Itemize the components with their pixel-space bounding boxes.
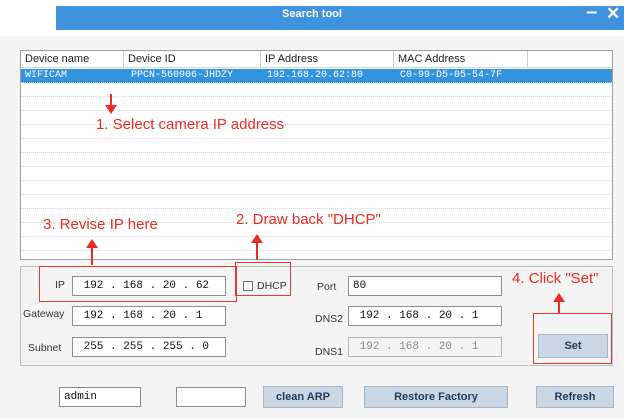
- arrow-up-icon: [86, 239, 98, 265]
- dns2-field[interactable]: 192 . 168 . 20 . 1: [348, 306, 502, 326]
- subnet-label: Subnet: [28, 342, 62, 354]
- empty-row: [21, 139, 612, 153]
- arrow-up-icon: [553, 293, 565, 313]
- empty-row: [21, 153, 612, 167]
- dhcp-highlight-box: [235, 262, 291, 296]
- empty-row: [21, 167, 612, 181]
- minimize-button[interactable]: –: [586, 2, 597, 22]
- empty-row: [21, 181, 612, 195]
- annotation-step-4: 4. Click "Set": [512, 270, 599, 287]
- subnet-field[interactable]: 255 . 255 . 255 . 0: [72, 337, 226, 357]
- refresh-button[interactable]: Refresh: [536, 386, 614, 408]
- column-header-device-name[interactable]: Device name: [21, 51, 124, 68]
- dns2-label: DNS2: [315, 313, 344, 325]
- cell-ip-address: 192.168.20.62:80: [267, 70, 364, 81]
- gateway-label: Gateway: [23, 308, 65, 320]
- empty-row: [21, 237, 612, 251]
- cell-device-name: WIFICAM: [25, 70, 68, 81]
- column-header-ip-address[interactable]: IP Address: [261, 51, 394, 68]
- ip-highlight-box: [39, 266, 237, 302]
- table-header: Device name Device ID IP Address MAC Add…: [21, 51, 612, 68]
- dns1-field: 192 . 168 . 20 . 1: [348, 337, 502, 357]
- column-header-mac-address[interactable]: MAC Address: [394, 51, 528, 68]
- table-row[interactable]: WIFICAM PPCN-560906-JHDZY 192.168.20.62:…: [21, 69, 612, 83]
- window-title: Search tool: [282, 8, 342, 20]
- empty-row: [21, 195, 612, 209]
- password-field[interactable]: [176, 387, 246, 407]
- cell-mac-address: C0-99-D5-05-54-7F: [400, 70, 503, 81]
- search-tool-window: Search tool – ✕ Device name Device ID IP…: [0, 0, 624, 419]
- port-label: Port: [317, 281, 337, 293]
- annotation-step-2: 2. Draw back "DHCP": [236, 211, 381, 228]
- cell-device-id: PPCN-560906-JHDZY: [131, 70, 234, 81]
- title-bar: Search tool – ✕: [0, 0, 624, 36]
- arrow-down-icon: [105, 94, 117, 114]
- gateway-field[interactable]: 192 . 168 . 20 . 1: [72, 306, 226, 326]
- username-field[interactable]: admin: [59, 387, 141, 407]
- arrow-up-icon: [251, 234, 263, 260]
- port-field[interactable]: 80: [348, 276, 502, 296]
- clean-arp-button[interactable]: clean ARP: [263, 386, 343, 408]
- set-highlight-box: [533, 313, 612, 364]
- dns1-label: DNS1: [315, 346, 344, 358]
- close-button[interactable]: ✕: [606, 4, 620, 24]
- annotation-step-1: 1. Select camera IP address: [96, 116, 285, 133]
- restore-factory-button[interactable]: Restore Factory: [364, 386, 508, 408]
- annotation-step-3: 3. Revise IP here: [43, 216, 158, 233]
- column-header-device-id[interactable]: Device ID: [124, 51, 261, 68]
